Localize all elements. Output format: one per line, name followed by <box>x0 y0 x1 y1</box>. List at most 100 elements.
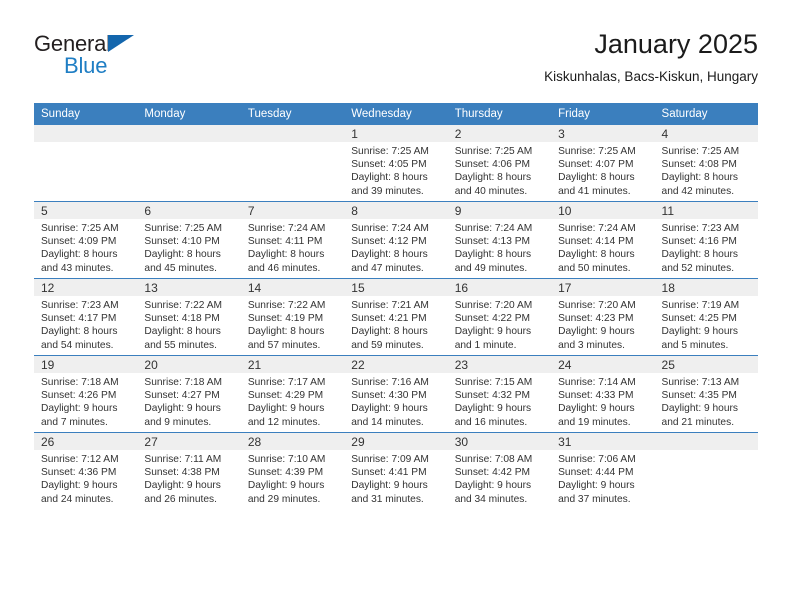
calendar-day-cell[interactable]: 1 Sunrise: 7:25 AM Sunset: 4:05 PM Daylight… <box>344 125 448 202</box>
sunrise-text: Sunrise: 7:16 AM <box>351 377 429 388</box>
daylight-text-line2: and 16 minutes. <box>454 416 528 428</box>
calendar-day-cell[interactable]: 7 Sunrise: 7:24 AM Sunset: 4:11 PM Daylight… <box>240 201 345 279</box>
cell-inner: 16 Sunrise: 7:20 AM Sunset: 4:22 PM Dayligh… <box>447 279 552 355</box>
day-details: Sunrise: 7:10 AM Sunset: 4:39 PM Daylight:… <box>241 450 344 506</box>
calendar-day-cell[interactable]: 19 Sunrise: 7:18 AM Sunset: 4:26 PM Dayligh… <box>34 355 138 433</box>
calendar-day-cell[interactable]: 8 Sunrise: 7:24 AM Sunset: 4:12 PM Daylight… <box>344 201 448 279</box>
calendar-day-cell[interactable]: 6 Sunrise: 7:25 AM Sunset: 4:10 PM Daylight… <box>137 201 241 279</box>
sunset-text: Sunset: 4:06 PM <box>454 159 531 171</box>
calendar-day-cell[interactable]: 24 Sunrise: 7:14 AM Sunset: 4:33 PM Dayligh… <box>551 355 655 433</box>
daylight-text-line1: Daylight: 8 hours <box>661 172 738 184</box>
daylight-text-line1: Daylight: 9 hours <box>247 403 325 415</box>
sunrise-text: Sunrise: 7:25 AM <box>661 146 740 157</box>
calendar-day-cell[interactable]: 26 Sunrise: 7:12 AM Sunset: 4:36 PM Dayligh… <box>34 432 138 509</box>
day-details: Sunrise: 7:11 AM Sunset: 4:38 PM Daylight:… <box>137 450 240 506</box>
sunset-text: Sunset: 4:09 PM <box>41 236 117 248</box>
calendar-day-cell[interactable]: 25 Sunrise: 7:13 AM Sunset: 4:35 PM Dayligh… <box>654 355 758 433</box>
sunrise-text: Sunrise: 7:24 AM <box>454 223 533 234</box>
day-number: 6 <box>137 202 241 219</box>
daylight-text-line2: and 50 minutes. <box>558 262 631 274</box>
calendar-day-cell[interactable]: 28 Sunrise: 7:10 AM Sunset: 4:39 PM Dayligh… <box>240 432 345 509</box>
brand-name-blue: Blue <box>64 53 108 78</box>
day-number: 14 <box>240 279 345 296</box>
day-number <box>240 125 345 142</box>
cell-inner: 1 Sunrise: 7:25 AM Sunset: 4:05 PM Daylight… <box>344 125 448 201</box>
calendar-day-cell[interactable]: 23 Sunrise: 7:15 AM Sunset: 4:32 PM Dayligh… <box>447 355 552 433</box>
calendar-day-cell[interactable]: 29 Sunrise: 7:09 AM Sunset: 4:41 PM Dayligh… <box>344 432 448 509</box>
sunrise-text: Sunrise: 7:19 AM <box>661 300 740 311</box>
day-number: 25 <box>654 356 758 373</box>
daylight-text-line1: Daylight: 9 hours <box>351 403 428 415</box>
day-details: Sunrise: 7:06 AM Sunset: 4:44 PM Daylight:… <box>551 450 654 506</box>
sunrise-text: Sunrise: 7:25 AM <box>41 223 119 234</box>
daylight-text-line2: and 31 minutes. <box>351 493 424 505</box>
daylight-text-line1: Daylight: 9 hours <box>558 403 635 415</box>
calendar-day-cell[interactable]: 13 Sunrise: 7:22 AM Sunset: 4:18 PM Dayligh… <box>137 278 241 356</box>
sunset-text: Sunset: 4:21 PM <box>351 313 427 325</box>
calendar-week-row: 5 Sunrise: 7:25 AM Sunset: 4:09 PM Daylight… <box>34 201 758 279</box>
sunset-text: Sunset: 4:14 PM <box>558 236 634 248</box>
daylight-text-line1: Daylight: 9 hours <box>454 403 532 415</box>
daylight-text-line2: and 12 minutes. <box>247 416 321 428</box>
daylight-text-line2: and 5 minutes. <box>661 339 729 351</box>
calendar-day-cell[interactable]: 22 Sunrise: 7:16 AM Sunset: 4:30 PM Dayligh… <box>344 355 448 433</box>
sunrise-text: Sunrise: 7:15 AM <box>454 377 533 388</box>
calendar-day-cell[interactable]: 31 Sunrise: 7:06 AM Sunset: 4:44 PM Dayligh… <box>551 432 655 509</box>
weekday-header-tuesday: Tuesday <box>240 103 345 125</box>
sunrise-text: Sunrise: 7:25 AM <box>454 146 533 157</box>
page-subtitle: Kiskunhalas, Bacs-Kiskun, Hungary <box>544 69 758 84</box>
day-details: Sunrise: 7:23 AM Sunset: 4:17 PM Daylight:… <box>34 296 137 352</box>
daylight-text-line2: and 46 minutes. <box>247 262 321 274</box>
calendar-day-cell[interactable]: 2 Sunrise: 7:25 AM Sunset: 4:06 PM Daylight… <box>447 125 552 202</box>
cell-inner: 3 Sunrise: 7:25 AM Sunset: 4:07 PM Daylight… <box>551 125 655 201</box>
calendar-day-cell[interactable]: 10 Sunrise: 7:24 AM Sunset: 4:14 PM Dayligh… <box>551 201 655 279</box>
calendar-day-cell[interactable]: 14 Sunrise: 7:22 AM Sunset: 4:19 PM Dayligh… <box>240 278 345 356</box>
page-title: January 2025 <box>594 29 758 59</box>
day-number: 26 <box>34 433 138 450</box>
calendar-day-cell[interactable]: 30 Sunrise: 7:08 AM Sunset: 4:42 PM Dayligh… <box>447 432 552 509</box>
sunset-text: Sunset: 4:18 PM <box>144 313 220 325</box>
daylight-text-line2: and 39 minutes. <box>351 185 424 197</box>
day-number: 7 <box>240 202 345 219</box>
daylight-text-line2: and 41 minutes. <box>558 185 631 197</box>
sunrise-text: Sunrise: 7:14 AM <box>558 377 636 388</box>
calendar-day-cell[interactable]: 18 Sunrise: 7:19 AM Sunset: 4:25 PM Dayligh… <box>654 278 758 356</box>
calendar-day-cell[interactable]: 21 Sunrise: 7:17 AM Sunset: 4:29 PM Dayligh… <box>240 355 345 433</box>
day-number: 10 <box>551 202 655 219</box>
daylight-text-line1: Daylight: 8 hours <box>558 172 635 184</box>
cell-inner: 4 Sunrise: 7:25 AM Sunset: 4:08 PM Daylight… <box>654 125 758 201</box>
day-number: 28 <box>240 433 345 450</box>
daylight-text-line1: Daylight: 9 hours <box>454 480 532 492</box>
calendar-day-cell[interactable]: 11 Sunrise: 7:23 AM Sunset: 4:16 PM Dayligh… <box>654 201 758 279</box>
daylight-text-line1: Daylight: 8 hours <box>144 326 221 338</box>
day-number: 23 <box>447 356 552 373</box>
cell-inner: 17 Sunrise: 7:20 AM Sunset: 4:23 PM Dayligh… <box>551 279 655 355</box>
calendar-day-cell[interactable]: 20 Sunrise: 7:18 AM Sunset: 4:27 PM Dayligh… <box>137 355 241 433</box>
cell-inner: 27 Sunrise: 7:11 AM Sunset: 4:38 PM Dayligh… <box>137 433 241 509</box>
calendar-day-cell[interactable]: 5 Sunrise: 7:25 AM Sunset: 4:09 PM Daylight… <box>34 201 138 279</box>
calendar-day-cell[interactable]: 9 Sunrise: 7:24 AM Sunset: 4:13 PM Daylight… <box>447 201 552 279</box>
cell-inner: 21 Sunrise: 7:17 AM Sunset: 4:29 PM Dayligh… <box>240 356 345 432</box>
calendar-day-cell[interactable]: 3 Sunrise: 7:25 AM Sunset: 4:07 PM Daylight… <box>551 125 655 202</box>
weekday-header-sunday: Sunday <box>34 103 138 125</box>
daylight-text-line1: Daylight: 9 hours <box>558 326 635 338</box>
day-number: 13 <box>137 279 241 296</box>
calendar-day-cell[interactable]: 17 Sunrise: 7:20 AM Sunset: 4:23 PM Dayligh… <box>551 278 655 356</box>
daylight-text-line2: and 45 minutes. <box>144 262 217 274</box>
calendar-day-cell[interactable]: 4 Sunrise: 7:25 AM Sunset: 4:08 PM Daylight… <box>654 125 758 202</box>
cell-inner: 10 Sunrise: 7:24 AM Sunset: 4:14 PM Dayligh… <box>551 202 655 278</box>
cell-inner: 31 Sunrise: 7:06 AM Sunset: 4:44 PM Dayligh… <box>551 433 655 509</box>
cell-inner <box>654 433 758 509</box>
day-details: Sunrise: 7:18 AM Sunset: 4:27 PM Daylight:… <box>137 373 240 429</box>
day-details: Sunrise: 7:22 AM Sunset: 4:19 PM Daylight:… <box>241 296 344 352</box>
calendar-day-cell[interactable]: 27 Sunrise: 7:11 AM Sunset: 4:38 PM Dayligh… <box>137 432 241 509</box>
cell-inner: 22 Sunrise: 7:16 AM Sunset: 4:30 PM Dayligh… <box>344 356 448 432</box>
day-details: Sunrise: 7:24 AM Sunset: 4:12 PM Daylight:… <box>344 219 447 275</box>
calendar-day-cell[interactable]: 15 Sunrise: 7:21 AM Sunset: 4:21 PM Dayligh… <box>344 278 448 356</box>
day-number: 27 <box>137 433 241 450</box>
daylight-text-line1: Daylight: 8 hours <box>454 249 532 261</box>
day-details: Sunrise: 7:09 AM Sunset: 4:41 PM Daylight:… <box>344 450 447 506</box>
calendar-day-cell[interactable]: 16 Sunrise: 7:20 AM Sunset: 4:22 PM Dayligh… <box>447 278 552 356</box>
calendar-day-cell[interactable]: 12 Sunrise: 7:23 AM Sunset: 4:17 PM Dayligh… <box>34 278 138 356</box>
sunset-text: Sunset: 4:12 PM <box>351 236 427 248</box>
